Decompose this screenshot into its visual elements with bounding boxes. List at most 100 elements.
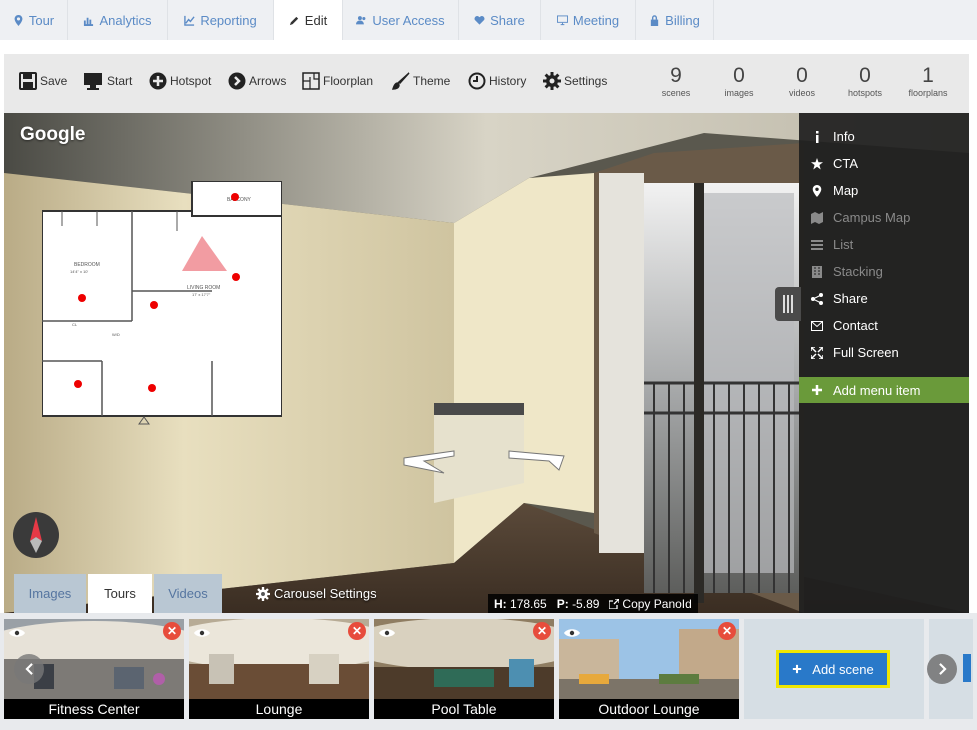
menu-item-map[interactable]: Map — [799, 177, 969, 204]
delete-scene-icon[interactable]: ✕ — [163, 622, 181, 640]
carousel-settings-button[interactable]: Carousel Settings — [256, 586, 377, 601]
tab-billing[interactable]: Billing — [636, 0, 714, 40]
copy-panoid-button[interactable]: Copy PanoId — [609, 597, 692, 611]
add-scene-card: Add scene — [744, 619, 924, 719]
eye-icon[interactable] — [194, 625, 210, 643]
star-icon — [811, 157, 823, 169]
menu-item-cta[interactable]: CTA — [799, 150, 969, 177]
save-button[interactable]: Save — [19, 72, 67, 90]
history-label: History — [489, 74, 527, 88]
menu-item-campus-map[interactable]: Campus Map — [799, 204, 969, 231]
delete-scene-icon[interactable]: ✕ — [348, 622, 366, 640]
eye-icon[interactable] — [9, 625, 25, 643]
top-tab-bar: Tour Analytics Reporting Edit User Acces… — [0, 0, 977, 40]
floorplan-hotspot[interactable] — [74, 380, 82, 388]
floorplan-hotspot[interactable] — [232, 273, 240, 281]
floorplan-button[interactable]: Floorplan — [302, 72, 373, 90]
scene-card[interactable]: ✕ Lounge — [189, 619, 369, 719]
tab-tours[interactable]: Tours — [88, 574, 152, 613]
tab-tour[interactable]: Tour — [0, 0, 68, 40]
menu-label: Stacking — [833, 264, 883, 279]
floorplan-map[interactable]: BALCONY BEDROOM 14'4" x 10' LIVING ROOM … — [42, 181, 282, 431]
scene-card[interactable]: ✕ Outdoor Lounge — [559, 619, 739, 719]
floorplan-balcony-label: BALCONY — [227, 197, 252, 203]
menu-label: Share — [833, 291, 868, 306]
settings-button[interactable]: Settings — [543, 72, 607, 90]
hotspot-label: Hotspot — [170, 74, 212, 88]
settings-label: Settings — [564, 74, 608, 88]
menu-item-stacking[interactable]: Stacking — [799, 258, 969, 285]
tab-user-access[interactable]: User Access — [343, 0, 459, 40]
gear-icon — [543, 72, 561, 90]
chevron-right-icon — [938, 663, 947, 675]
tab-videos[interactable]: Videos — [154, 574, 222, 613]
delete-scene-icon[interactable]: ✕ — [718, 622, 736, 640]
add-scene-button[interactable]: Add scene — [776, 650, 890, 688]
tab-images[interactable]: Images — [14, 574, 86, 613]
start-button[interactable]: Start — [82, 72, 132, 90]
floorplan-bedroom-size: 14'4" x 10' — [70, 269, 89, 274]
arrow-circle-icon — [228, 72, 246, 90]
chevron-left-icon — [24, 663, 33, 675]
tab-analytics[interactable]: Analytics — [68, 0, 168, 40]
floorplan-hotspot[interactable] — [231, 193, 239, 201]
stat-label: hotspots — [847, 88, 883, 98]
tab-label: Reporting — [200, 12, 257, 28]
plus-circle-icon — [149, 72, 167, 90]
tab-share[interactable]: Share — [459, 0, 541, 40]
history-button[interactable]: History — [468, 72, 526, 90]
floorplan-hotspot[interactable] — [150, 301, 158, 309]
floorplan-wd-label: W/D — [112, 332, 120, 337]
hotspot-button[interactable]: Hotspot — [149, 72, 211, 90]
floorplan-cl-label: CL — [72, 322, 78, 327]
heading-label: H: — [494, 596, 507, 611]
delete-scene-icon[interactable]: ✕ — [533, 622, 551, 640]
scene-card[interactable]: ✕ Pool Table — [374, 619, 554, 719]
menu-item-full-screen[interactable]: Full Screen — [799, 339, 969, 366]
tab-reporting[interactable]: Reporting — [168, 0, 274, 40]
gear-icon — [256, 586, 270, 601]
save-label: Save — [40, 74, 68, 88]
menu-item-contact[interactable]: Contact — [799, 312, 969, 339]
menu-label: Map — [833, 183, 859, 198]
carousel-settings-label: Carousel Settings — [274, 586, 377, 601]
tab-meeting[interactable]: Meeting — [541, 0, 636, 40]
floorplan-icon — [302, 72, 320, 90]
floorplan-hotspot[interactable] — [78, 294, 86, 302]
scene-caption: Lounge — [189, 699, 369, 719]
theme-button[interactable]: Theme — [392, 72, 450, 90]
menu-item-list[interactable]: List — [799, 231, 969, 258]
scene-carousel: ✕ Fitness Center ✕ Lounge ✕ Pool Table ✕… — [0, 613, 977, 730]
start-label: Start — [107, 74, 133, 88]
clock-icon — [468, 72, 486, 90]
floorplan-toggle-icon[interactable] — [138, 416, 150, 425]
plus-icon — [812, 385, 822, 395]
carousel-prev-button[interactable] — [14, 654, 44, 684]
arrows-label: Arrows — [249, 74, 287, 88]
map-marker-icon — [812, 184, 822, 197]
heading-pitch-readout: H: 178.65 P: -5.89 Copy PanoId — [488, 594, 698, 613]
stat-videos: 0 videos — [772, 64, 832, 98]
tab-label: Meeting — [572, 12, 620, 28]
stat-images: 0 images — [709, 64, 769, 98]
arrows-button[interactable]: Arrows — [228, 72, 286, 90]
tab-label: Share — [490, 12, 525, 28]
carousel-next-button[interactable] — [927, 654, 957, 684]
tab-edit[interactable]: Edit — [274, 0, 343, 40]
eye-icon[interactable] — [564, 625, 580, 643]
menu-item-share[interactable]: Share — [799, 285, 969, 312]
editor-toolbar: Save Start Hotspot Arrows Floorplan Them… — [4, 54, 969, 113]
add-scene-label: Add scene — [812, 661, 874, 677]
eye-icon[interactable] — [379, 625, 395, 643]
menu-toggle-handle[interactable] — [775, 287, 801, 321]
stat-scenes: 9 scenes — [646, 64, 706, 98]
stat-value: 9 — [670, 64, 682, 87]
compass-icon[interactable] — [12, 511, 60, 559]
heart-icon — [474, 15, 485, 25]
menu-label: Full Screen — [833, 345, 899, 360]
add-menu-item-button[interactable]: Add menu item — [799, 377, 969, 403]
floorplan-hotspot[interactable] — [148, 384, 156, 392]
tab-images-label: Images — [28, 586, 72, 601]
menu-label: Info — [833, 129, 855, 144]
menu-item-info[interactable]: Info — [799, 123, 969, 150]
